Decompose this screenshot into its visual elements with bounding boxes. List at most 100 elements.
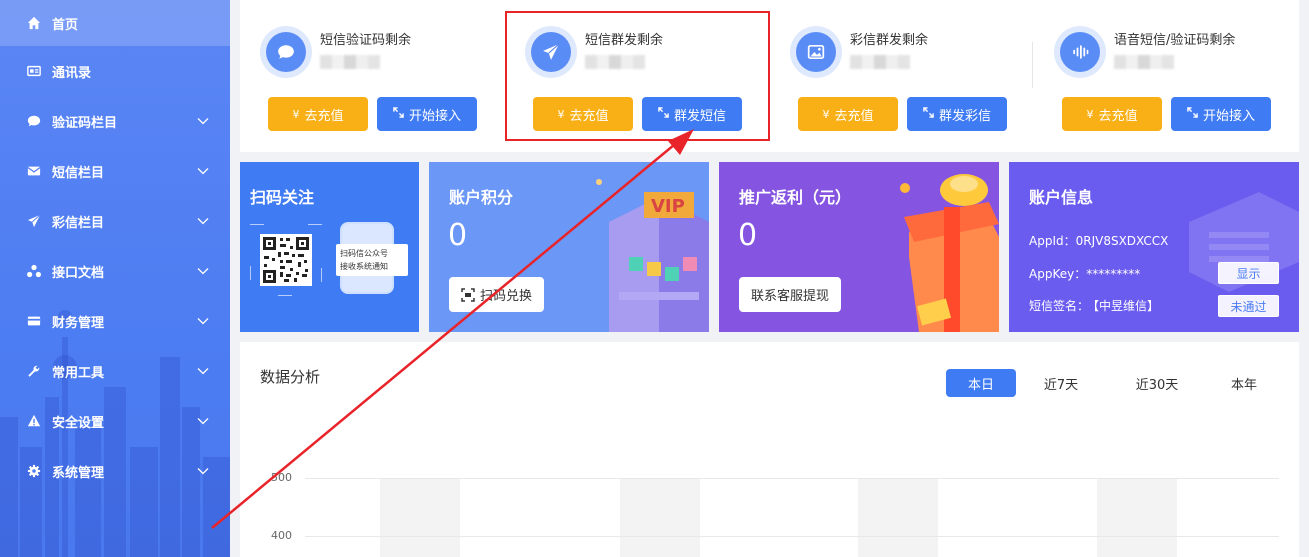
analysis-tab-1[interactable]: 本日	[946, 369, 1016, 397]
sidebar-item-10[interactable]: 系统管理	[0, 446, 230, 496]
sidebar-item-label: 财务管理	[52, 315, 105, 331]
sidebar-item-label: 接口文档	[52, 265, 105, 281]
qr-follow-card: 扫码关注 扫码信公众号 接收系统通知	[240, 162, 419, 332]
yen-icon: ¥	[292, 107, 300, 121]
chevron-down-icon	[196, 264, 210, 278]
sidebar-item-5[interactable]: 彩信栏目	[0, 196, 230, 246]
sidebar-item-4[interactable]: 短信栏目	[0, 146, 230, 196]
action-button[interactable]: 开始接入	[377, 97, 477, 131]
sidebar-item-label: 彩信栏目	[52, 215, 105, 231]
sidebar-item-7[interactable]: 财务管理	[0, 296, 230, 346]
sidebar-item-1[interactable]: 首页	[0, 0, 230, 46]
analysis-tab-2[interactable]: 近7天	[1026, 369, 1096, 397]
recharge-label: 去充值	[834, 108, 874, 124]
envelope-icon	[25, 162, 43, 180]
sidebar-item-3[interactable]: 验证码栏目	[0, 96, 230, 146]
show-appkey-button[interactable]: 显示	[1218, 262, 1279, 284]
balance-block: 语音短信/验证码剩余 ¥ 去充值 开始接入	[1034, 0, 1299, 152]
analysis-tab-4[interactable]: 本年	[1210, 369, 1278, 397]
account-title: 账户信息	[1029, 188, 1094, 207]
paper-plane-icon	[25, 212, 43, 230]
red-highlight-box	[505, 11, 770, 141]
chart-column-bg	[620, 478, 700, 557]
y-tick-label: 500	[271, 471, 292, 484]
y-tick-label: 400	[271, 529, 292, 542]
action-button[interactable]: 群发彩信	[907, 97, 1007, 131]
balance-avatar	[260, 26, 312, 78]
chart-column-bg	[380, 478, 460, 557]
balance-block: 彩信群发剩余 ¥ 去充值 群发彩信	[770, 0, 1035, 152]
credit-card-icon	[25, 312, 43, 330]
home-icon	[25, 14, 43, 32]
action-label: 开始接入	[1202, 108, 1255, 124]
chat-bubble-icon	[266, 32, 306, 72]
action-label: 群发彩信	[938, 108, 991, 124]
chart-gridline	[305, 478, 1279, 479]
sidebar-item-2[interactable]: 通讯录	[0, 46, 230, 96]
scan-redeem-button[interactable]: 扫码兑换	[449, 277, 545, 312]
contact-withdraw-button[interactable]: 联系客服提现	[739, 277, 842, 312]
sidebar-item-9[interactable]: 安全设置	[0, 396, 230, 446]
chart-column-bg	[858, 478, 938, 557]
image-icon	[796, 32, 836, 72]
chat-bubble-icon	[25, 112, 43, 130]
balance-title: 语音短信/验证码剩余	[1114, 33, 1236, 48]
recharge-label: 去充值	[1098, 108, 1138, 124]
yen-icon: ¥	[822, 107, 830, 121]
appkey-line: AppKey：*********	[1029, 265, 1140, 282]
phone-illustration: 扫码信公众号 接收系统通知	[336, 222, 408, 294]
expand-arrows-icon	[1187, 107, 1198, 121]
appkey-label: AppKey：	[1029, 267, 1087, 281]
scan-redeem-label: 扫码兑换	[480, 289, 533, 304]
chart-column-bg	[1097, 478, 1177, 557]
chevron-down-icon	[196, 364, 210, 378]
expand-arrows-icon	[393, 107, 404, 121]
recharge-button[interactable]: ¥ 去充值	[268, 97, 368, 131]
sms-sign-value: 【中昱维信】	[1093, 299, 1160, 313]
warning-icon	[25, 412, 43, 430]
sidebar-item-8[interactable]: 常用工具	[0, 346, 230, 396]
wrench-icon	[25, 362, 43, 380]
yen-icon: ¥	[1086, 107, 1094, 121]
appkey-value: *********	[1086, 267, 1141, 281]
balance-title: 短信验证码剩余	[320, 33, 412, 48]
sidebar-item-label: 通讯录	[52, 65, 92, 81]
appid-label: AppId：	[1029, 234, 1076, 248]
chevron-down-icon	[196, 464, 210, 478]
qr-code-image	[250, 224, 322, 296]
sidebar-item-label: 验证码栏目	[52, 115, 118, 131]
rebate-value: 0	[738, 218, 758, 253]
expand-arrows-icon	[923, 107, 934, 121]
sidebar-item-label: 常用工具	[52, 365, 105, 381]
rebate-card: 推广返利（元） 0 联系客服提现	[719, 162, 999, 332]
action-label: 开始接入	[408, 108, 461, 124]
sign-status-button[interactable]: 未通过	[1218, 295, 1279, 317]
voice-wave-icon	[1060, 32, 1100, 72]
sidebar-item-label: 首页	[52, 17, 79, 33]
vip-text: VIP	[651, 196, 685, 217]
chevron-down-icon	[196, 414, 210, 428]
rebate-title: 推广返利（元）	[739, 188, 852, 207]
qr-card-title: 扫码关注	[250, 188, 315, 207]
sidebar-item-6[interactable]: 接口文档	[0, 246, 230, 296]
chart-gridline	[305, 536, 1279, 537]
points-card: VIP 账户积分 0 扫码兑换	[429, 162, 709, 332]
sms-sign-label: 短信签名：	[1029, 299, 1090, 313]
gear-icon	[25, 462, 43, 480]
points-value: 0	[448, 218, 468, 253]
analysis-tab-3[interactable]: 近30天	[1120, 369, 1194, 397]
balance-amount-blurred	[320, 55, 380, 69]
balance-avatar	[1054, 26, 1106, 78]
recharge-button[interactable]: ¥ 去充值	[798, 97, 898, 131]
vip-illustration: VIP	[596, 179, 709, 332]
gift-box-illustration	[900, 174, 999, 332]
action-button[interactable]: 开始接入	[1171, 97, 1271, 131]
appid-line: AppId：0RJV8SXDXCCX	[1029, 232, 1168, 249]
recharge-label: 去充值	[304, 108, 344, 124]
phone-text-line1: 扫码信公众号	[340, 249, 388, 258]
sidebar-item-label: 安全设置	[52, 415, 105, 431]
recharge-button[interactable]: ¥ 去充值	[1062, 97, 1162, 131]
chevron-down-icon	[196, 314, 210, 328]
balance-block: 短信验证码剩余 ¥ 去充值 开始接入	[240, 0, 505, 152]
appid-value: 0RJV8SXDXCCX	[1075, 234, 1169, 248]
